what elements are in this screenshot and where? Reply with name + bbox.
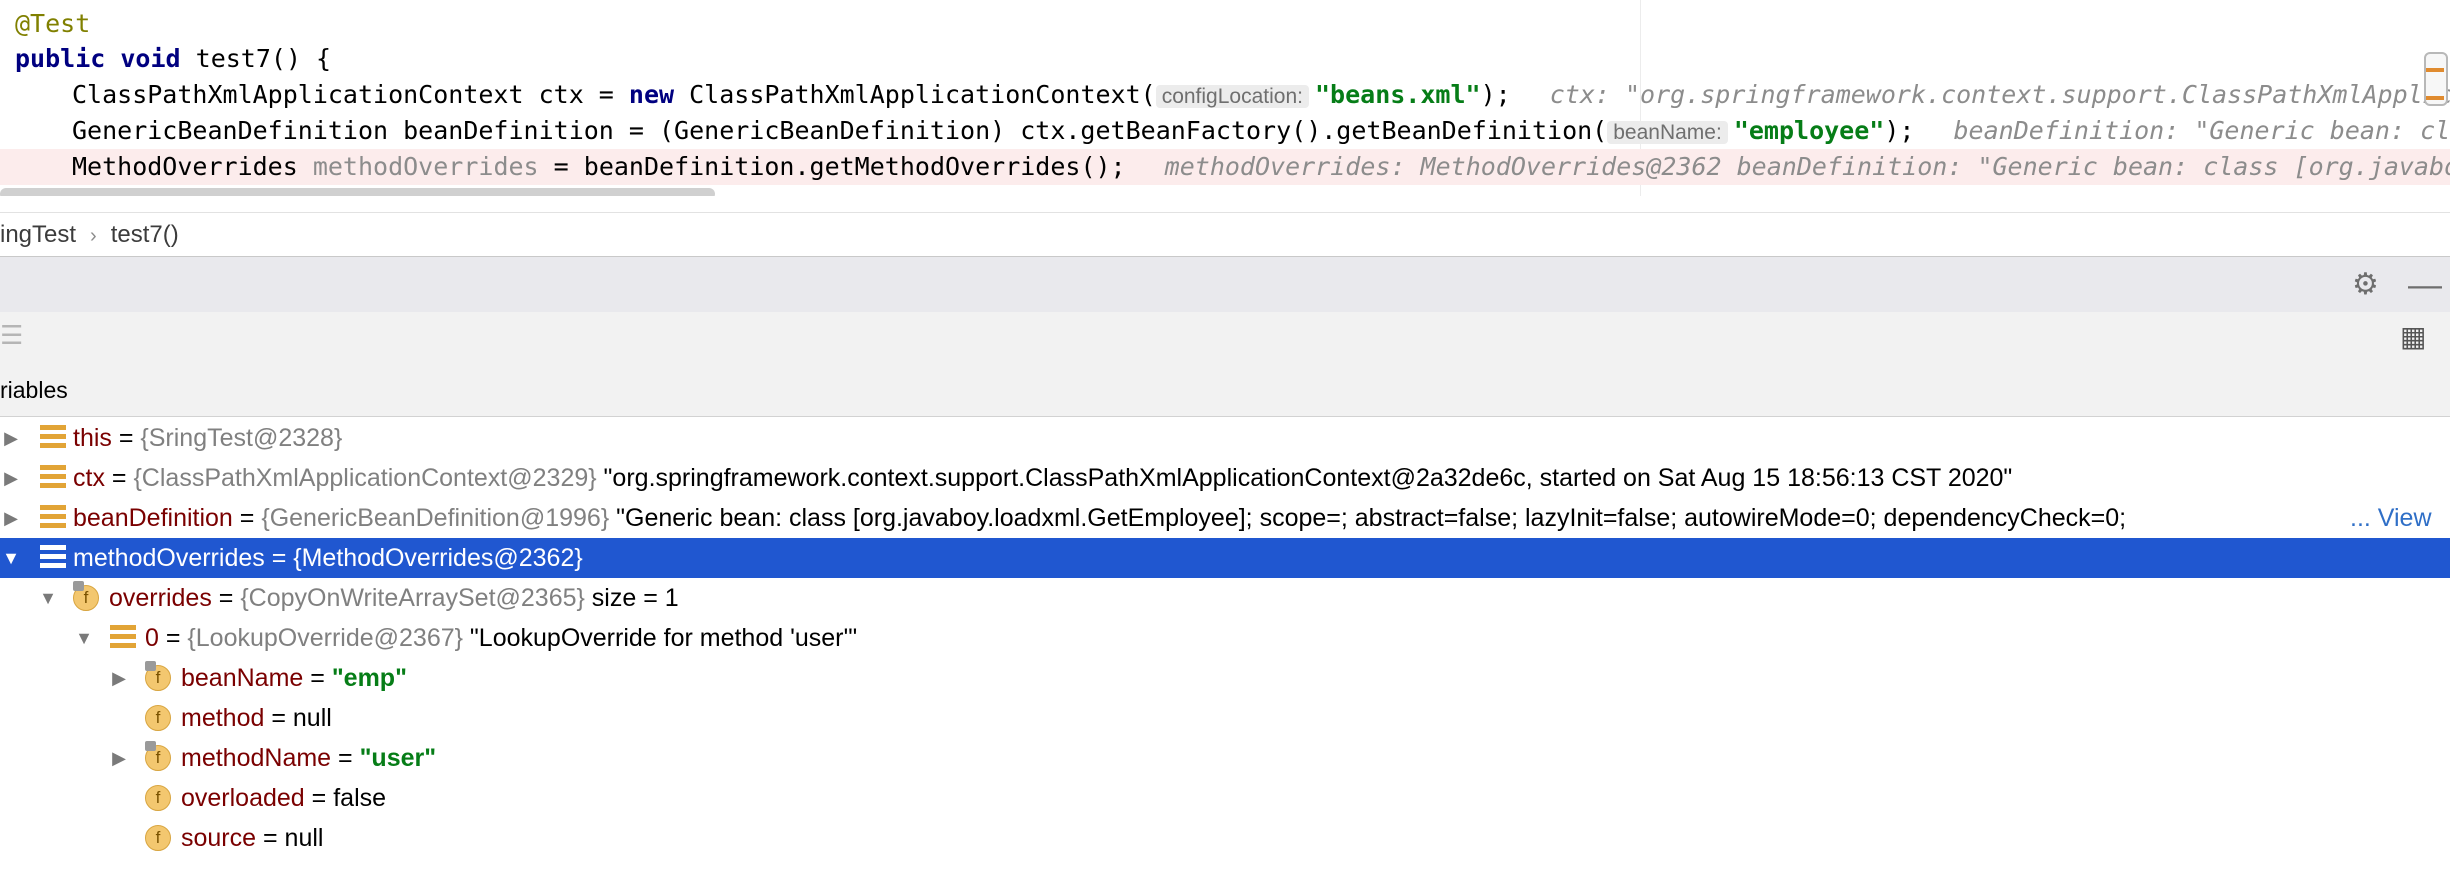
inline-value: ctx: "org.springframework.context.suppor…	[1549, 80, 2450, 109]
breadcrumb: ingTest › test7()	[0, 212, 2450, 257]
variable-text: methodOverrides = {MethodOverrides@2362}	[73, 544, 583, 572]
keyword-new: new	[628, 80, 675, 109]
string-literal: "beans.xml"	[1314, 80, 1481, 109]
code-text: ClassPathXmlApplicationContext(	[674, 80, 1156, 109]
expand-arrow-icon[interactable]: ▶	[0, 498, 22, 538]
collapse-arrow-icon[interactable]: ▼	[37, 578, 59, 618]
code-text: GenericBeanDefinition beanDefinition = (…	[72, 116, 1608, 145]
code-text: );	[1884, 116, 1915, 145]
variable-row-this[interactable]: ▶ this = {SringTest@2328}	[0, 418, 2450, 458]
lock-icon	[145, 661, 156, 671]
variable-icon	[110, 625, 136, 651]
variable-text: beanName = "emp"	[181, 664, 407, 692]
code-line-3[interactable]: ClassPathXmlApplicationContext ctx = new…	[0, 77, 2450, 113]
chevron-right-icon: ›	[90, 225, 97, 247]
field-icon: f	[145, 705, 171, 731]
method-signature: test7() {	[180, 44, 332, 73]
filter-icon[interactable]: ☰	[0, 320, 23, 351]
string-literal: "employee"	[1733, 116, 1885, 145]
annotation-test: @Test	[15, 9, 91, 38]
variable-text: overloaded = false	[181, 784, 387, 812]
variable-text: beanDefinition = {GenericBeanDefinition@…	[73, 504, 2127, 532]
variable-row-beandefinition[interactable]: ▶ beanDefinition = {GenericBeanDefinitio…	[0, 498, 2450, 538]
expand-arrow-icon[interactable]: ▶	[0, 458, 22, 498]
variable-row-overrides[interactable]: ▼ f overrides = {CopyOnWriteArraySet@236…	[0, 578, 2450, 618]
param-hint: configLocation:	[1155, 85, 1309, 108]
expand-arrow-icon[interactable]: ▶	[108, 738, 130, 778]
code-line-2[interactable]: public void test7() {	[0, 41, 2450, 77]
lock-icon	[145, 741, 156, 751]
variable-text: this = {SringTest@2328}	[73, 424, 343, 452]
variable-row-method[interactable]: f method = null	[0, 698, 2450, 738]
variable-text: ctx = {ClassPathXmlApplicationContext@23…	[73, 464, 2013, 492]
horizontal-scrollbar[interactable]	[0, 188, 715, 196]
variable-row-methodoverrides[interactable]: ▼ methodOverrides = {MethodOverrides@236…	[0, 538, 2450, 578]
unused-variable: methodOverrides	[312, 152, 539, 181]
variable-row-source[interactable]: f source = null	[0, 818, 2450, 858]
variable-text: 0 = {LookupOverride@2367} "LookupOverrid…	[145, 624, 858, 652]
variable-text: methodName = "user"	[181, 744, 437, 772]
scroll-marker	[2426, 96, 2444, 100]
code-text: = beanDefinition.getMethodOverrides();	[538, 152, 1126, 181]
field-icon: f	[145, 785, 171, 811]
minimize-icon[interactable]: —	[2408, 257, 2442, 313]
param-hint: beanName:	[1607, 121, 1728, 144]
variable-text: source = null	[181, 824, 324, 852]
code-line-4[interactable]: GenericBeanDefinition beanDefinition = (…	[0, 113, 2450, 149]
breadcrumb-method[interactable]: test7()	[111, 221, 179, 248]
variable-icon	[40, 465, 66, 491]
keyword-void: void	[120, 44, 181, 73]
code-line-1[interactable]: @Test	[0, 6, 2450, 42]
variable-row-0[interactable]: ▼ 0 = {LookupOverride@2367} "LookupOverr…	[0, 618, 2450, 658]
lock-icon	[73, 581, 84, 591]
code-text: MethodOverrides	[72, 152, 313, 181]
breadcrumb-class[interactable]: ingTest	[0, 221, 76, 248]
inline-value: methodOverrides: MethodOverrides@2362 be…	[1164, 152, 2450, 181]
scroll-marker	[2426, 68, 2444, 72]
variable-icon	[40, 545, 66, 571]
gear-icon[interactable]: ⚙	[2352, 257, 2379, 313]
expand-arrow-icon[interactable]: ▶	[108, 658, 130, 698]
code-text: ClassPathXmlApplicationContext ctx =	[72, 80, 629, 109]
variable-row-ctx[interactable]: ▶ ctx = {ClassPathXmlApplicationContext@…	[0, 458, 2450, 498]
layout-icon[interactable]: ▦	[2400, 320, 2426, 353]
variable-text: overrides = {CopyOnWriteArraySet@2365} s…	[109, 584, 679, 612]
variable-icon	[40, 505, 66, 531]
debug-toolbar: ☰ ▦	[0, 312, 2450, 365]
view-link[interactable]: ... View	[2350, 498, 2432, 538]
field-icon: f	[145, 825, 171, 851]
code-editor[interactable]: @Test public void test7() { ClassPathXml…	[0, 0, 2450, 196]
inline-value: beanDefinition: "Generic bean: class [or…	[1953, 116, 2450, 145]
variables-tree[interactable]: ▶ this = {SringTest@2328} ▶ ctx = {Class…	[0, 418, 2450, 858]
variable-row-beanname[interactable]: ▶ f beanName = "emp"	[0, 658, 2450, 698]
code-line-5-current[interactable]: MethodOverrides methodOverrides = beanDe…	[0, 149, 2450, 185]
debug-panel-header: ⚙ —	[0, 256, 2450, 314]
variable-row-methodname[interactable]: ▶ f methodName = "user"	[0, 738, 2450, 778]
variables-tab-header[interactable]: riables	[0, 364, 2450, 417]
code-text: );	[1480, 80, 1511, 109]
variable-text: method = null	[181, 704, 332, 732]
variable-row-overloaded[interactable]: f overloaded = false	[0, 778, 2450, 818]
keyword-public: public	[15, 44, 106, 73]
collapse-arrow-icon[interactable]: ▼	[0, 538, 22, 578]
expand-arrow-icon[interactable]: ▶	[0, 418, 22, 458]
collapse-arrow-icon[interactable]: ▼	[73, 618, 95, 658]
variable-icon	[40, 425, 66, 451]
variables-title: riables	[0, 377, 68, 403]
